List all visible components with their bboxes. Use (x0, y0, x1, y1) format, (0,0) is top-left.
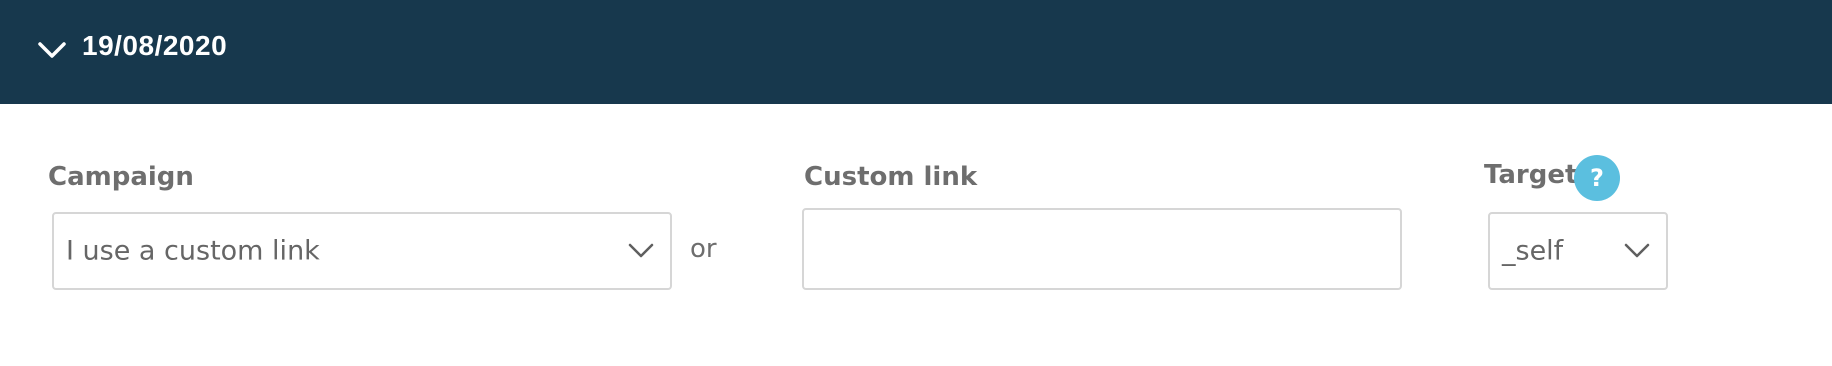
or-separator: or (690, 234, 717, 264)
campaign-select-value: I use a custom link (66, 235, 320, 267)
custom-link-label: Custom link (804, 162, 978, 192)
chevron-down-icon (1624, 243, 1650, 259)
chevron-down-icon[interactable] (36, 36, 68, 64)
help-icon-glyph: ? (1590, 164, 1604, 192)
custom-link-input[interactable] (804, 210, 1400, 288)
target-select-value: _self (1502, 235, 1564, 267)
campaign-select[interactable]: I use a custom link (52, 212, 672, 290)
custom-link-field[interactable] (802, 208, 1402, 290)
target-select[interactable]: _self (1488, 212, 1668, 290)
section-date-title: 19/08/2020 (82, 30, 228, 61)
chevron-down-icon (628, 243, 654, 259)
campaign-label: Campaign (48, 162, 194, 192)
section-header[interactable]: 19/08/2020 (0, 0, 1832, 104)
help-icon[interactable]: ? (1574, 155, 1620, 201)
target-label: Target (1484, 160, 1578, 190)
